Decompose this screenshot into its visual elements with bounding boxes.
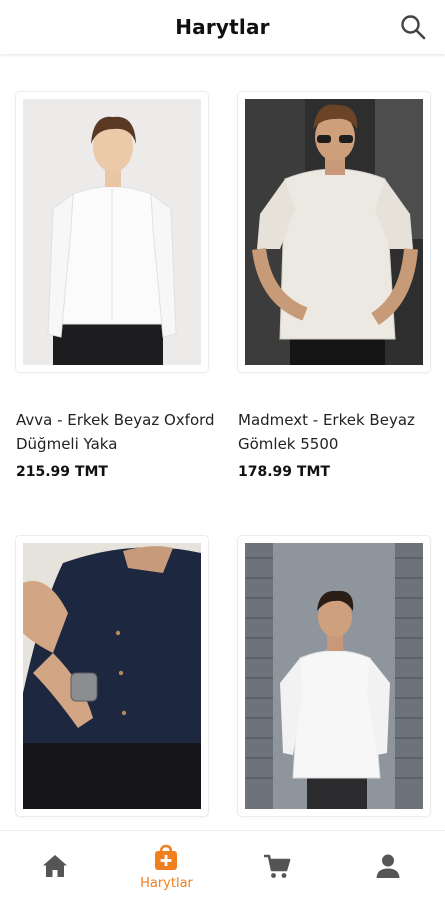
product-image — [23, 99, 201, 365]
home-icon — [43, 855, 67, 877]
bottom-navigation: Harytlar — [0, 830, 445, 900]
nav-products-label: Harytlar — [140, 876, 193, 891]
app-header: Harytlar — [0, 0, 445, 54]
nav-home[interactable] — [0, 831, 111, 900]
shopping-bag-icon — [155, 844, 177, 870]
nav-products[interactable]: Harytlar — [111, 831, 222, 900]
page-title: Harytlar — [175, 15, 270, 39]
nav-cart[interactable] — [222, 831, 333, 900]
product-title[interactable]: Madmext - Erkek Beyaz Gömlek 5500 — [238, 408, 438, 456]
cart-icon — [264, 854, 291, 878]
product-image-frame — [16, 536, 208, 816]
product-grid: Avva - Erkek Beyaz Oxford Düğmeli Yaka 2… — [0, 54, 445, 830]
product-title[interactable]: Avva - Erkek Beyaz Oxford Düğmeli Yaka — [16, 408, 216, 456]
nav-profile[interactable] — [333, 831, 444, 900]
product-image — [245, 543, 423, 809]
user-icon — [376, 854, 400, 878]
product-price: 215.99 TMT — [16, 464, 108, 480]
product-image-frame — [16, 92, 208, 372]
search-icon — [401, 15, 426, 40]
search-button[interactable] — [399, 13, 427, 41]
product-price: 178.99 TMT — [238, 464, 330, 480]
product-image-frame — [238, 536, 430, 816]
product-image — [23, 543, 201, 809]
product-image — [245, 99, 423, 365]
product-image-frame — [238, 92, 430, 372]
